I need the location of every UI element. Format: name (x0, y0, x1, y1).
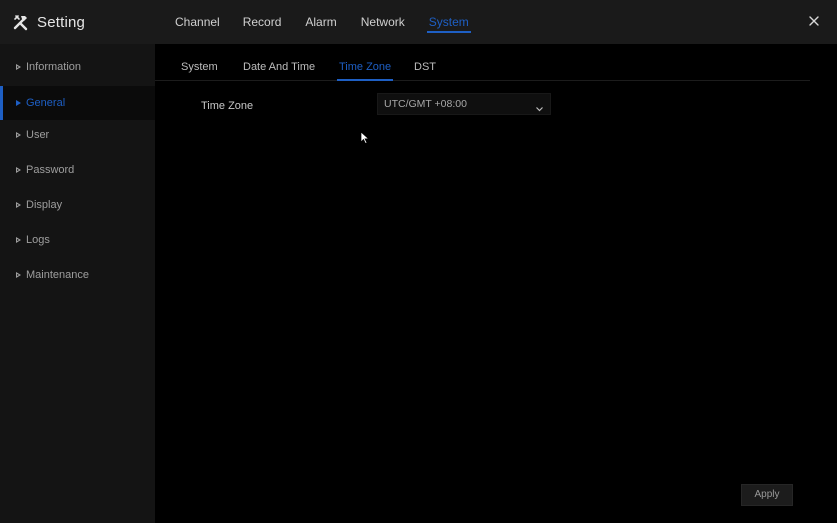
content-panel: System Date And Time Time Zone DST Time … (155, 44, 837, 523)
tab-system[interactable]: System (426, 0, 471, 44)
sidebar-item-information[interactable]: Information (0, 50, 155, 84)
close-icon (805, 16, 823, 34)
sidebar-item-maintenance[interactable]: Maintenance (0, 258, 155, 292)
tools-icon (12, 13, 30, 31)
caret-right-icon (16, 132, 21, 138)
sidebar: Information General User Password Displa… (0, 44, 155, 523)
caret-right-icon (16, 202, 21, 208)
subtab-date-and-time[interactable]: Date And Time (243, 54, 315, 80)
sidebar-item-label: Maintenance (26, 269, 89, 281)
sub-tab-bar: System Date And Time Time Zone DST (155, 54, 810, 81)
sidebar-item-general[interactable]: General (0, 86, 155, 120)
chevron-down-icon (535, 100, 544, 112)
main-nav: Channel Record Alarm Network System (175, 0, 471, 44)
tab-channel[interactable]: Channel (175, 0, 220, 44)
sidebar-item-display[interactable]: Display (0, 188, 155, 222)
sidebar-item-password[interactable]: Password (0, 153, 155, 187)
tab-alarm[interactable]: Alarm (305, 0, 336, 44)
caret-right-icon (16, 64, 21, 70)
sidebar-item-label: User (26, 129, 50, 141)
caret-right-icon (16, 100, 21, 106)
sidebar-item-logs[interactable]: Logs (0, 223, 155, 257)
sidebar-item-label: Information (26, 61, 82, 73)
app-title: Setting (37, 13, 86, 31)
sidebar-item-label: Logs (26, 234, 50, 246)
subtab-dst[interactable]: DST (414, 54, 436, 80)
sidebar-item-label: General (26, 97, 66, 109)
subtab-system[interactable]: System (181, 54, 218, 80)
apply-button[interactable]: Apply (741, 484, 793, 506)
settings-window: Setting Channel Record Alarm Network Sys… (0, 0, 837, 523)
time-zone-select[interactable]: UTC/GMT +08:00 (377, 93, 551, 115)
sidebar-item-user[interactable]: User (0, 118, 155, 152)
sidebar-item-label: Password (26, 164, 75, 176)
caret-right-icon (16, 167, 21, 173)
sidebar-item-label: Display (26, 199, 63, 211)
mouse-pointer-icon (360, 131, 370, 145)
caret-right-icon (16, 272, 21, 278)
time-zone-value: UTC/GMT +08:00 (384, 98, 467, 110)
title-bar: Setting Channel Record Alarm Network Sys… (0, 0, 837, 44)
caret-right-icon (16, 237, 21, 243)
tab-network[interactable]: Network (361, 0, 405, 44)
app-brand: Setting (12, 12, 85, 32)
time-zone-label: Time Zone (201, 100, 254, 112)
close-button[interactable] (805, 12, 823, 30)
tab-record[interactable]: Record (243, 0, 282, 44)
subtab-time-zone[interactable]: Time Zone (336, 54, 394, 81)
